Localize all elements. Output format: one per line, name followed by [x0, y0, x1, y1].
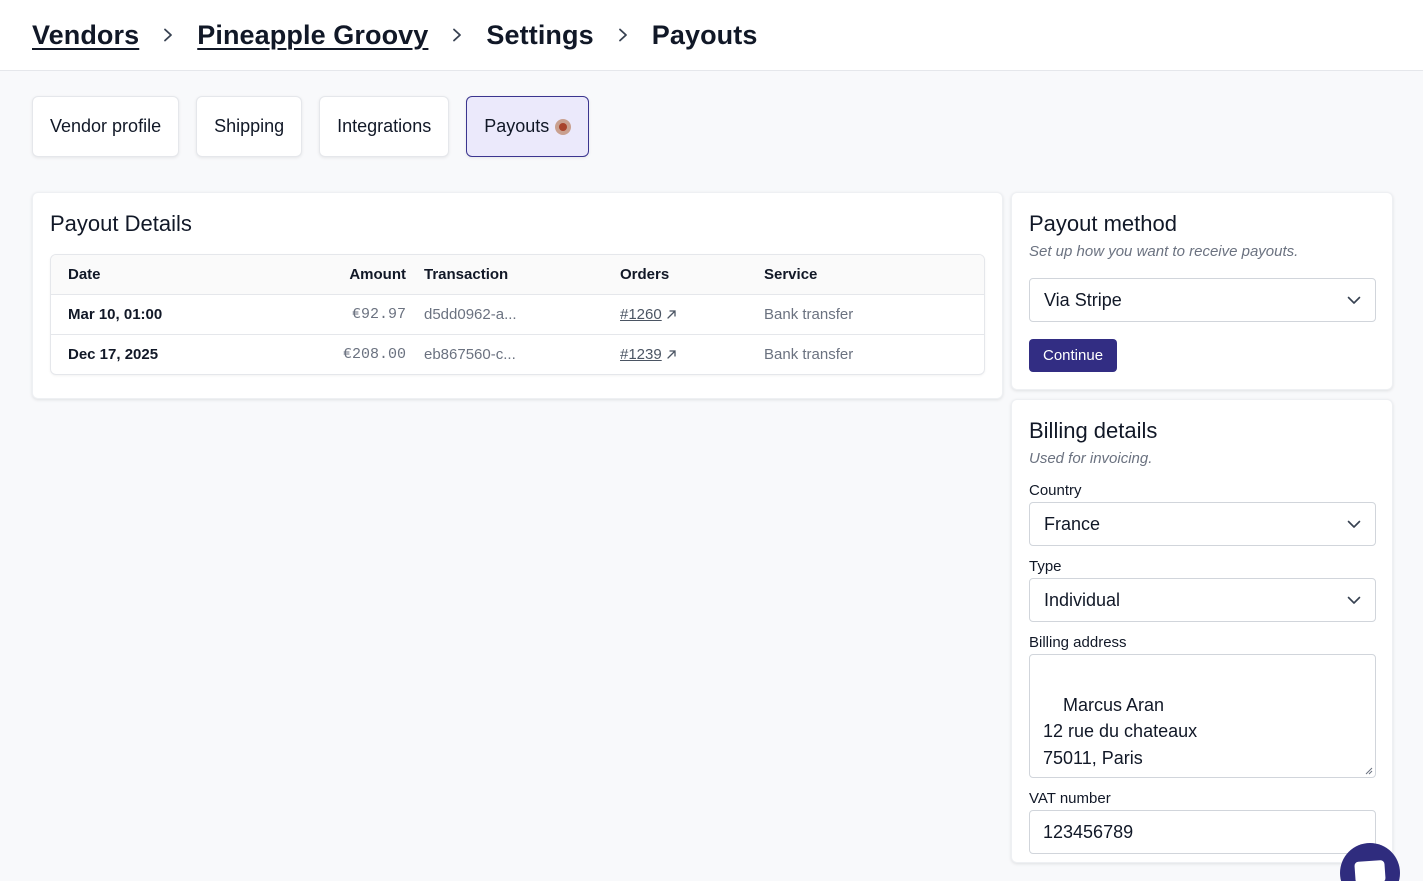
payout-method-card: Payout method Set up how you want to rec… [1011, 192, 1393, 390]
table-row[interactable]: Dec 17, 2025 €208.00 eb867560-c... #1239… [51, 334, 984, 374]
vat-number-label: VAT number [1029, 790, 1111, 807]
billing-address-textarea[interactable]: Marcus Aran 12 rue du chateaux 75011, Pa… [1029, 654, 1376, 778]
column-header-transaction[interactable]: Transaction [406, 266, 620, 283]
payout-method-title: Payout method [1029, 211, 1177, 236]
type-label: Type [1029, 558, 1062, 575]
top-bar: Vendors Pineapple Groovy Settings Payout… [0, 0, 1423, 71]
chevron-right-icon [594, 28, 652, 42]
country-select[interactable]: France [1029, 502, 1376, 546]
breadcrumb-settings: Settings [486, 19, 594, 50]
order-number: #1260 [620, 306, 662, 323]
tab-label: Shipping [214, 116, 285, 136]
cell-transaction: d5dd0962-a... [424, 306, 517, 323]
tab-vendor-profile[interactable]: Vendor profile [32, 96, 180, 157]
order-number: #1239 [620, 346, 662, 363]
column-header-amount[interactable]: Amount [279, 266, 406, 283]
table-header-row: Date Amount Transaction Orders Service [51, 255, 984, 294]
tab-label: Vendor profile [50, 116, 162, 136]
cell-service: Bank transfer [764, 306, 854, 323]
order-link[interactable]: #1239 [620, 346, 677, 363]
cell-date: Dec 17, 2025 [68, 346, 159, 363]
breadcrumb-vendors[interactable]: Vendors [32, 20, 139, 51]
chevron-down-icon [1347, 596, 1361, 604]
tab-label: Integrations [337, 116, 432, 136]
chevron-down-icon [1347, 520, 1361, 528]
cell-amount: €92.97 [351, 306, 406, 323]
breadcrumb-payouts: Payouts [651, 19, 758, 50]
payout-details-title: Payout Details [50, 211, 192, 236]
column-header-service[interactable]: Service [764, 266, 984, 283]
billing-address-value: Marcus Aran 12 rue du chateaux 75011, Pa… [1043, 694, 1198, 768]
type-select[interactable]: Individual [1029, 578, 1376, 622]
cell-transaction: eb867560-c... [424, 346, 516, 363]
vat-number-input[interactable]: 123456789 [1029, 810, 1376, 854]
billing-details-subtitle: Used for invoicing. [1029, 450, 1153, 467]
tab-label: Payouts [484, 116, 550, 136]
order-link[interactable]: #1260 [620, 306, 677, 323]
cell-order: #1260 [620, 306, 764, 323]
cell-service: Bank transfer [764, 346, 854, 363]
billing-details-title: Billing details [1029, 418, 1158, 443]
chevron-right-icon [139, 28, 197, 42]
column-header-orders[interactable]: Orders [620, 266, 764, 283]
table-row[interactable]: Mar 10, 01:00 €92.97 d5dd0962-a... #1260… [51, 294, 984, 334]
chat-icon [1354, 859, 1386, 881]
breadcrumb: Vendors Pineapple Groovy Settings Payout… [32, 20, 757, 51]
status-dot-icon [555, 118, 572, 135]
payout-table: Date Amount Transaction Orders Service M… [50, 254, 985, 375]
cell-date: Mar 10, 01:00 [68, 306, 163, 323]
external-link-icon [667, 350, 676, 359]
continue-button[interactable]: Continue [1029, 339, 1118, 372]
column-header-date[interactable]: Date [51, 266, 279, 283]
tab-payouts[interactable]: Payouts [466, 96, 590, 157]
billing-address-label: Billing address [1029, 634, 1127, 651]
cell-amount: €208.00 [342, 346, 406, 363]
settings-tabs: Vendor profile Shipping Integrations Pay… [32, 96, 590, 157]
payout-method-subtitle: Set up how you want to receive payouts. [1029, 243, 1299, 260]
payout-details-card: Payout Details Date Amount Transaction O… [32, 192, 1003, 399]
cell-order: #1239 [620, 346, 764, 363]
tab-shipping[interactable]: Shipping [196, 96, 303, 157]
resize-handle-icon[interactable] [1363, 765, 1373, 775]
payout-method-select[interactable]: Via Stripe [1029, 278, 1376, 322]
payout-method-value: Via Stripe [1044, 289, 1122, 310]
external-link-icon [667, 310, 676, 319]
tab-integrations[interactable]: Integrations [319, 96, 450, 157]
vat-number-value: 123456789 [1043, 821, 1134, 842]
country-label: Country [1029, 482, 1082, 499]
country-value: France [1044, 513, 1101, 534]
chevron-down-icon [1347, 296, 1361, 304]
chevron-right-icon [428, 28, 486, 42]
breadcrumb-pineapple-groovy[interactable]: Pineapple Groovy [197, 20, 428, 51]
billing-details-card: Billing details Used for invoicing. Coun… [1011, 399, 1393, 863]
type-value: Individual [1044, 589, 1121, 610]
